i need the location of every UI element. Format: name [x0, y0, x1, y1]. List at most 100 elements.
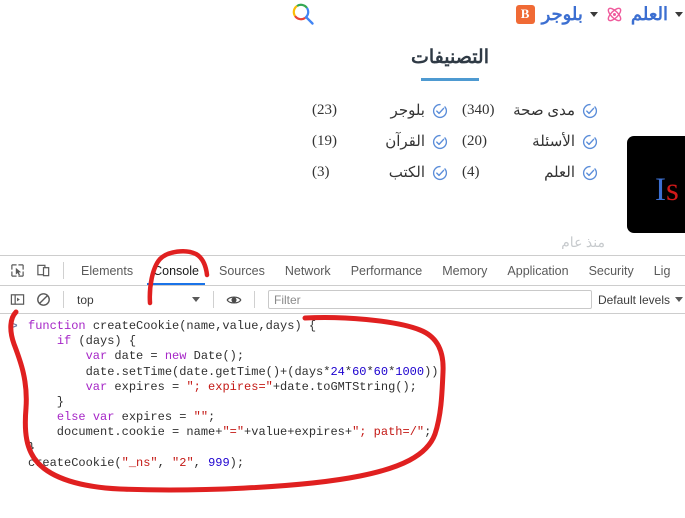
nav-right-cluster: العلم بلوجر B	[515, 0, 685, 28]
check-circle-icon	[432, 134, 448, 150]
page-faint-text: منذ عام	[561, 236, 605, 249]
code-token: function	[28, 319, 93, 333]
code-token: "; path=/"	[352, 425, 425, 440]
category-item[interactable]: القرآن (19)	[300, 126, 450, 157]
check-circle-icon	[582, 134, 598, 150]
category-count: (3)	[312, 164, 330, 180]
tab-elements[interactable]: Elements	[71, 257, 143, 285]
code-token: document.cookie = name+	[28, 425, 223, 440]
code-token: 999	[208, 455, 230, 470]
console-code-block: function createCookie(name,value,days) {…	[0, 319, 685, 471]
tab-security[interactable]: Security	[579, 257, 644, 285]
code-token: "="	[222, 425, 245, 440]
code-token: +date.toGMTString();	[272, 379, 417, 394]
console-prompt-arrow: >	[11, 321, 18, 333]
tab-sources[interactable]: Sources	[209, 257, 275, 285]
check-circle-icon	[582, 103, 598, 119]
code-token: *	[366, 364, 374, 379]
console-code-line: function createCookie(name,value,days) {	[28, 319, 685, 334]
execution-context-value: top	[77, 292, 94, 307]
nav-dropdown-caret-icon[interactable]	[589, 12, 598, 17]
code-token: *	[344, 364, 353, 379]
code-token: createCookie(name,value,days) {	[92, 319, 317, 333]
code-token: var	[85, 349, 108, 364]
code-token: ;	[208, 410, 216, 425]
code-token: 60	[373, 364, 389, 379]
log-levels-select[interactable]: Default levels	[598, 293, 685, 307]
tab-application[interactable]: Application	[497, 257, 578, 285]
console-code-line: var expires = "; expires="+date.toGMTStr…	[28, 380, 685, 395]
console-filter-toolbar: top Filter Default levels	[0, 286, 685, 314]
check-circle-icon	[582, 165, 598, 181]
category-item[interactable]: العلم (4)	[450, 157, 600, 188]
category-count: (20)	[462, 133, 487, 149]
category-item[interactable]: بلوجر (23)	[300, 95, 450, 126]
console-scrollbar[interactable]	[681, 314, 685, 518]
console-code-line: if (days) {	[28, 334, 685, 349]
tab-lighthouse[interactable]: Lig	[644, 257, 681, 285]
live-expression-eye-icon[interactable]	[221, 288, 247, 312]
category-label: القرآن	[385, 134, 425, 150]
filter-input[interactable]: Filter	[268, 290, 592, 309]
console-code-line: }	[28, 395, 685, 410]
tab-network[interactable]: Network	[275, 257, 341, 285]
code-token: +value+expires+	[244, 425, 353, 440]
promo-letter-i: I	[655, 172, 666, 208]
google-search-icon[interactable]	[290, 1, 316, 32]
categories-title: التصنيفات	[410, 47, 490, 68]
tab-console[interactable]: Console	[143, 257, 209, 285]
console-code-line: date.setTime(date.getTime()+(days*24*60*…	[28, 365, 685, 380]
blogger-icon: B	[515, 4, 535, 24]
nav-item-science-label[interactable]: العلم	[631, 2, 668, 26]
code-token: if	[56, 334, 72, 349]
console-output[interactable]: > function createCookie(name,value,days)…	[0, 314, 685, 518]
code-token: 24	[330, 364, 345, 379]
toolbar-divider	[63, 262, 64, 279]
category-item[interactable]: الأسئلة (20)	[450, 126, 600, 157]
chevron-down-icon[interactable]	[675, 12, 683, 17]
console-code-line: var date = new Date();	[28, 349, 685, 364]
toolbar-divider	[254, 291, 255, 308]
site-top-navigation: العلم بلوجر B	[0, 0, 685, 28]
code-token: ,	[157, 455, 173, 470]
category-label: الكتب	[388, 165, 425, 181]
execution-context-select[interactable]: top	[71, 290, 206, 310]
inspect-element-icon[interactable]	[4, 259, 30, 283]
nav-item-blogger-label[interactable]: بلوجر	[542, 2, 583, 26]
web-page-content: العلم بلوجر B التصنيفات مدى صحة (340) ال…	[0, 0, 685, 255]
category-label: العلم	[544, 165, 575, 181]
toolbar-divider	[213, 291, 214, 308]
tab-performance[interactable]: Performance	[341, 257, 433, 285]
chevron-down-icon	[192, 297, 200, 302]
code-token: ,	[193, 455, 209, 470]
code-token: ));	[424, 364, 446, 379]
console-sidebar-icon[interactable]	[4, 288, 30, 312]
categories-column-left: بلوجر (23) القرآن (19) الكتب (3)	[300, 95, 450, 188]
category-item[interactable]: الكتب (3)	[300, 157, 450, 188]
console-code-line: }	[28, 441, 685, 456]
console-message: > function createCookie(name,value,days)…	[0, 314, 685, 471]
categories-widget: التصنيفات مدى صحة (340) الأسئلة (20) الع…	[300, 46, 600, 188]
check-circle-icon	[432, 165, 448, 181]
code-token: var	[85, 379, 108, 394]
tab-memory[interactable]: Memory	[432, 257, 497, 285]
clear-console-icon[interactable]	[30, 288, 56, 312]
category-item[interactable]: مدى صحة (340)	[450, 95, 600, 126]
promo-banner-text: Is	[655, 174, 679, 207]
code-token: date.setTime(date.getTime()+(days*	[28, 364, 331, 379]
log-levels-value: Default levels	[597, 292, 670, 307]
promo-banner[interactable]: Is	[627, 136, 685, 233]
category-count: (4)	[462, 164, 480, 180]
code-token: ""	[193, 410, 209, 425]
device-toolbar-icon[interactable]	[30, 259, 56, 283]
devtools-tabbar: Elements Console Sources Network Perform…	[0, 256, 685, 286]
code-token: "2"	[172, 455, 194, 470]
check-circle-icon	[432, 103, 448, 119]
category-count: (19)	[312, 133, 337, 149]
code-token: Date();	[186, 349, 245, 364]
code-token: expires =	[107, 379, 187, 394]
